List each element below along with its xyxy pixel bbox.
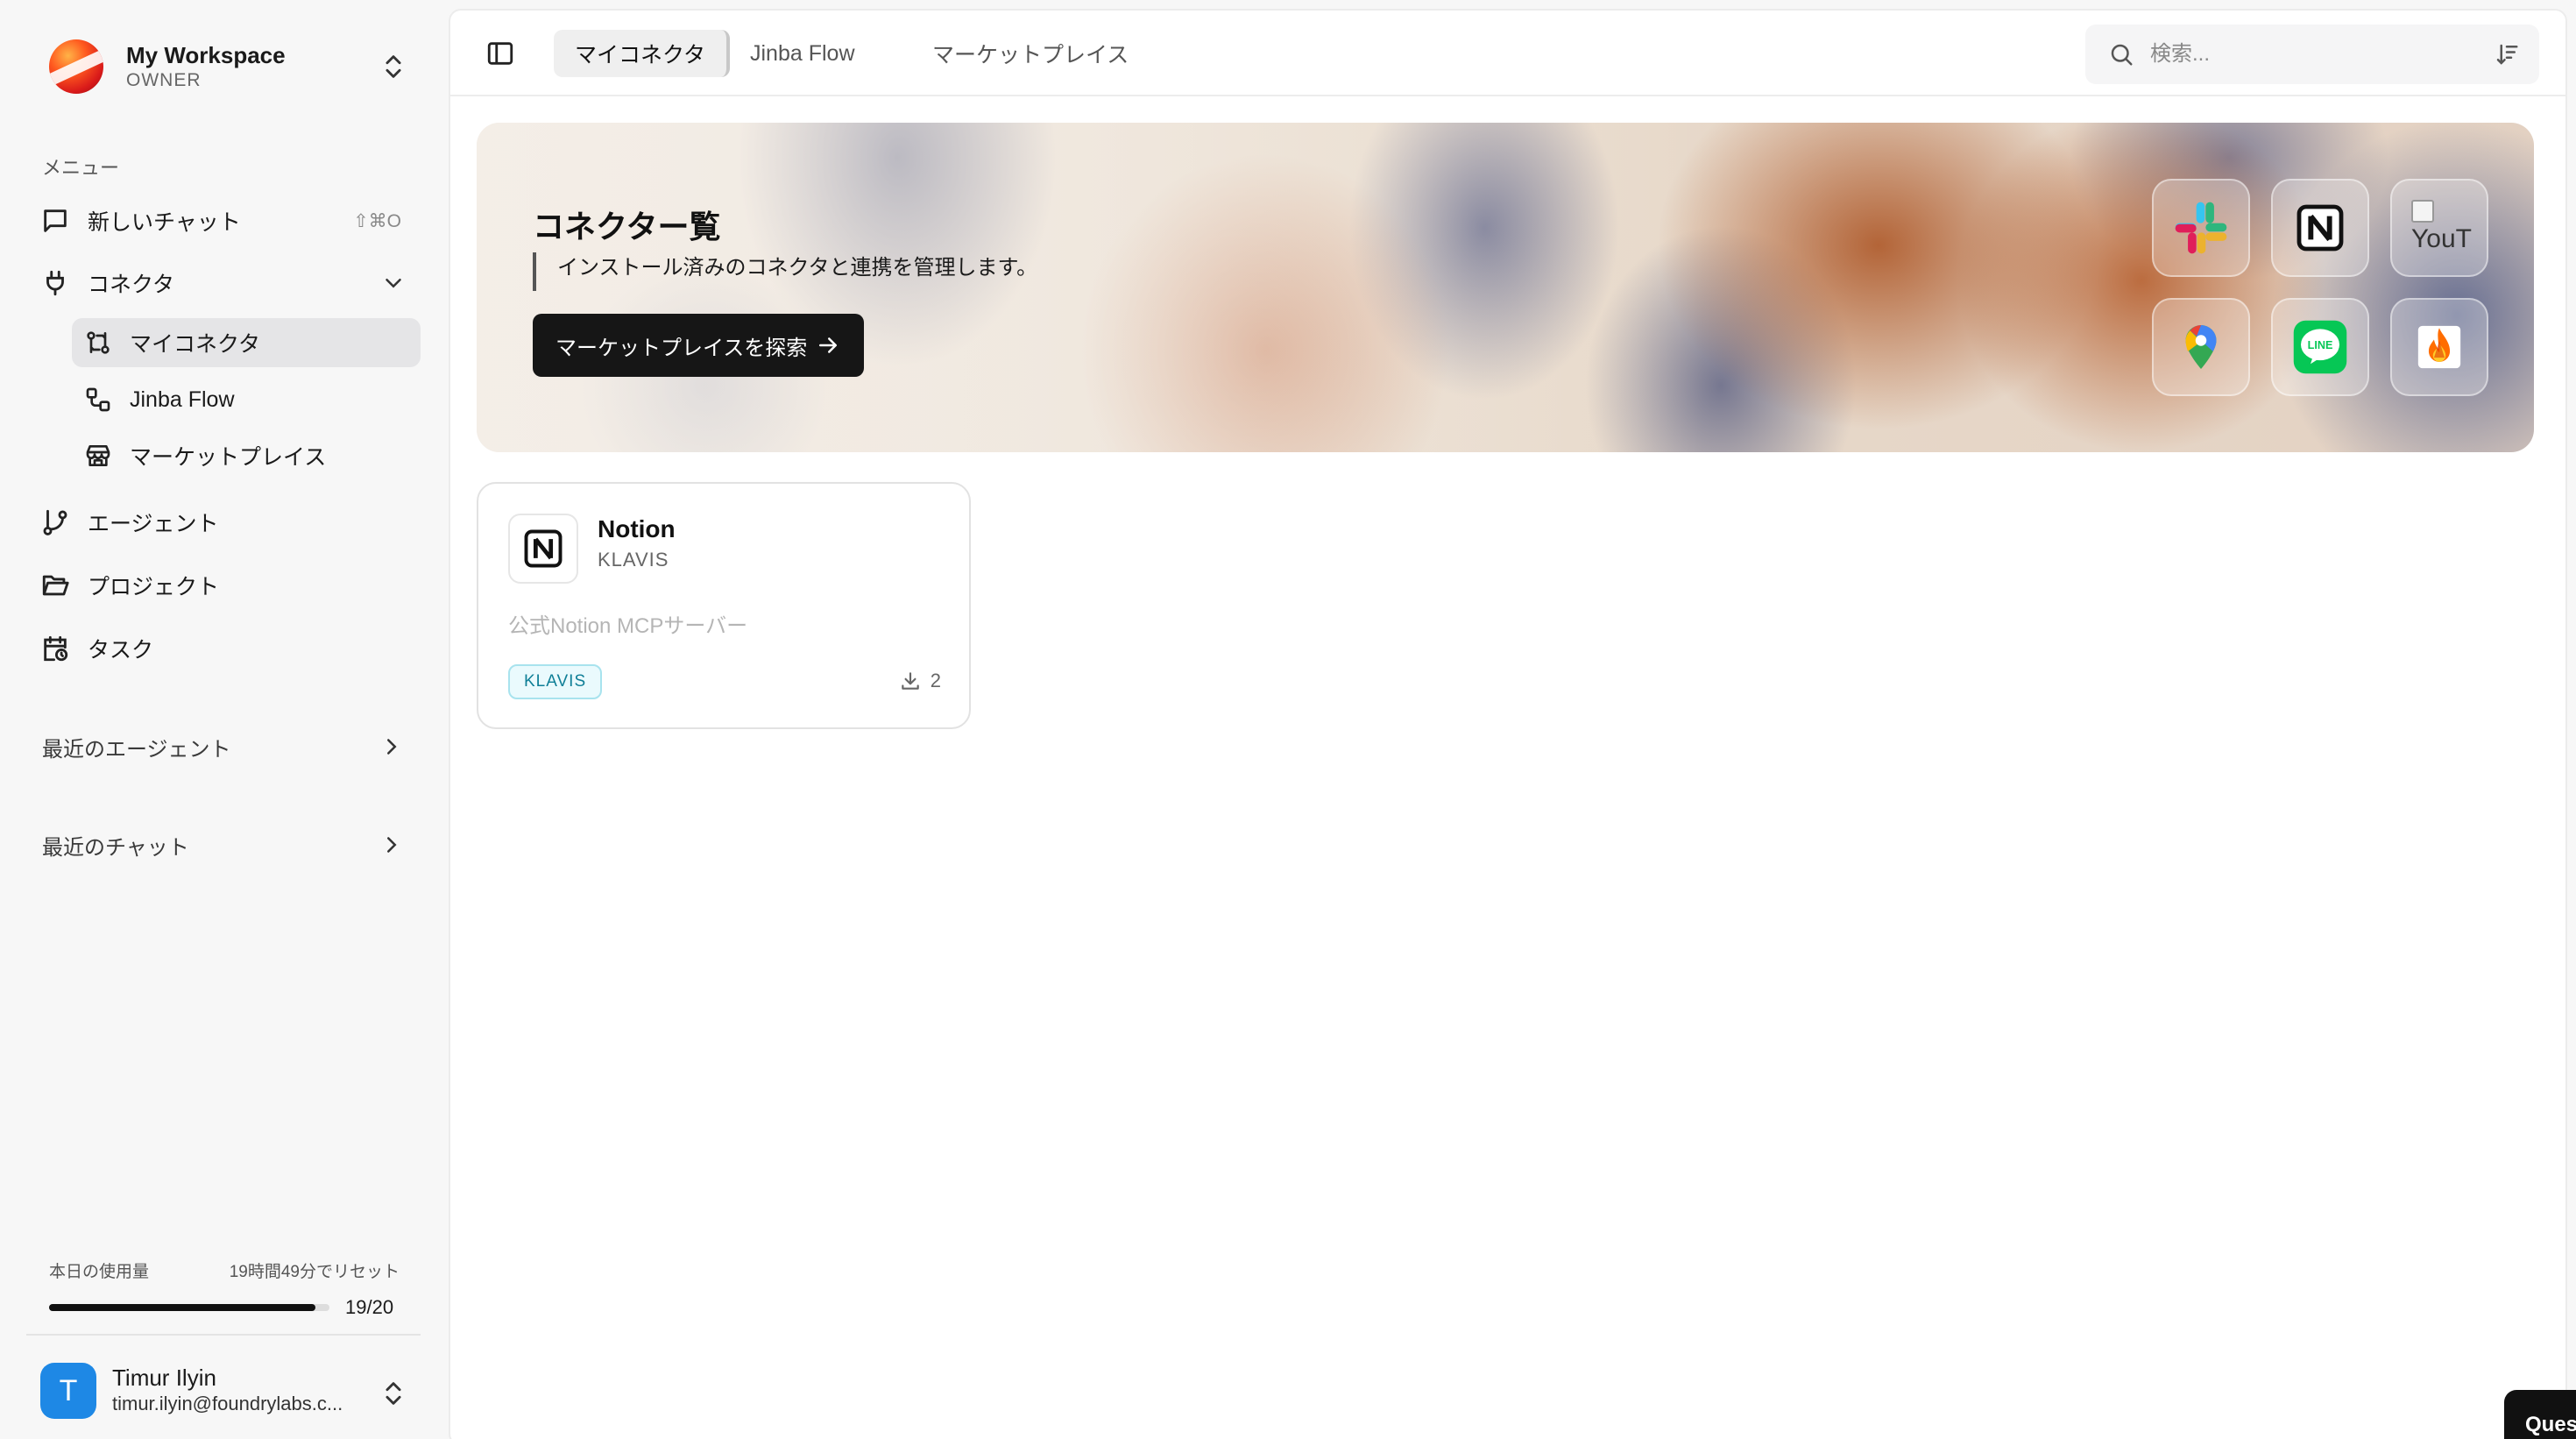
usage-meter: 本日の使用量 19時間49分でリセット 19/20 [49, 1258, 400, 1319]
connector-card-notion[interactable]: Notion KLAVIS 公式Notion MCPサーバー KLAVIS 2 [477, 482, 971, 729]
sidebar-item-jinba-flow[interactable]: Jinba Flow [72, 375, 421, 424]
app-tile-firebase [2390, 298, 2488, 396]
connector-description: 公式Notion MCPサーバー [508, 614, 748, 638]
chevron-right-icon [387, 739, 397, 755]
youtube-icon [2411, 200, 2434, 223]
search-icon [2111, 44, 2133, 66]
recent-chats-toggle[interactable]: 最近のチャット [42, 827, 405, 862]
download-count: 2 [899, 670, 941, 692]
chevron-up-down-icon [386, 1382, 401, 1405]
user-name: Timur Ilyin [112, 1365, 216, 1391]
usage-label: 本日の使用量 [49, 1263, 150, 1281]
provider-badge: KLAVIS [508, 664, 603, 699]
git-branch-icon [43, 509, 67, 535]
nav-agents[interactable]: エージェント [39, 498, 407, 547]
page-title: コネクター覧 [533, 209, 721, 245]
app-tile-line: LINE [2271, 298, 2369, 396]
svg-text:LINE: LINE [2308, 339, 2333, 351]
firebase-icon [2417, 325, 2461, 369]
notion-icon [2296, 204, 2344, 252]
connector-provider: KLAVIS [598, 549, 669, 571]
google-maps-icon [2185, 325, 2217, 369]
search-box [2085, 25, 2539, 84]
connector-name: Notion [598, 515, 676, 542]
explore-marketplace-label: マーケットプレイスを探索 [556, 336, 808, 360]
hero-banner: コネクター覧 インストール済みのコネクタと連携を管理します。 マーケットプレイス… [477, 123, 2534, 452]
sidebar-item-label: マーケットプレイス [130, 445, 327, 470]
nav-new-chat[interactable]: 新しいチャット ⇧⌘O [39, 196, 407, 245]
nav-agents-label: エージェント [88, 512, 219, 536]
recent-agents-toggle[interactable]: 最近のエージェント [42, 729, 405, 764]
workspace-switcher[interactable]: My Workspace OWNER [49, 39, 408, 95]
chat-bubble-icon [44, 209, 67, 232]
nav-connectors-label: コネクタ [88, 273, 175, 297]
questions-button[interactable]: Ques [2504, 1390, 2576, 1439]
sidebar-item-my-connectors[interactable]: マイコネクタ [72, 318, 421, 367]
tab-jinba-flow[interactable]: Jinba Flow [729, 30, 876, 77]
usage-reset: 19時間49分でリセット [229, 1263, 400, 1281]
usage-progress-fill [49, 1304, 315, 1311]
new-chat-shortcut: ⇧⌘O [353, 210, 401, 231]
nav-connectors[interactable]: コネクタ [39, 259, 407, 308]
app-tile-google-maps [2152, 298, 2250, 396]
recent-chats-label: 最近のチャット [42, 835, 189, 860]
explore-marketplace-button[interactable]: マーケットプレイスを探索 [533, 314, 864, 377]
sidebar-toggle-icon[interactable] [485, 39, 515, 68]
workspace-logo [49, 39, 103, 94]
workflow-icon [86, 387, 110, 412]
slack-icon [2175, 202, 2227, 254]
recent-agents-label: 最近のエージェント [42, 737, 231, 762]
top-bar: マイコネクタ Jinba Flow マーケットプレイス [450, 11, 2565, 96]
app-tile-youtube: YouT [2390, 179, 2488, 277]
line-icon: LINE [2293, 320, 2347, 374]
chevron-down-icon [386, 279, 401, 288]
plug-icon [46, 270, 64, 296]
workspace-role: OWNER [126, 70, 202, 90]
store-icon [86, 445, 110, 466]
nav-projects-label: プロジェクト [88, 575, 220, 599]
arrow-right-icon [819, 337, 837, 353]
sidebar-item-label: Jinba Flow [130, 386, 235, 412]
nav-projects[interactable]: プロジェクト [39, 561, 407, 610]
nav-tasks-label: タスク [88, 638, 154, 663]
chevron-right-icon [387, 837, 397, 853]
connector-logo [508, 514, 578, 584]
user-email: timur.ilyin@foundrylabs.c... [112, 1393, 343, 1414]
download-count-value: 2 [930, 670, 941, 691]
divider [26, 1334, 421, 1336]
usage-progress-bar [49, 1304, 329, 1311]
menu-section-label: メニュー [42, 157, 120, 179]
usage-count: 19/20 [345, 1296, 394, 1318]
download-icon [902, 672, 919, 690]
nav-new-chat-label: 新しいチャット [88, 210, 241, 235]
avatar: T [40, 1363, 96, 1419]
app-tile-slack [2152, 179, 2250, 277]
folder-open-icon [42, 575, 69, 596]
sidebar-item-marketplace[interactable]: マーケットプレイス [72, 431, 421, 480]
tab-marketplace[interactable]: マーケットプレイス [911, 30, 1150, 77]
app-tile-notion [2271, 179, 2369, 277]
notion-icon [524, 529, 563, 568]
sidebar: My Workspace OWNER メニュー 新しいチャット ⇧⌘O コネクタ… [0, 0, 447, 1439]
calendar-clock-icon [44, 635, 68, 662]
tab-my-connectors[interactable]: マイコネクタ [554, 30, 731, 77]
user-menu[interactable]: T Timur Ilyin timur.ilyin@foundrylabs.c.… [40, 1362, 408, 1420]
youtube-image-alt: YouT [2411, 224, 2472, 253]
sidebar-item-label: マイコネクタ [130, 332, 261, 357]
nav-tasks[interactable]: タスク [39, 624, 407, 673]
page-description: インストール済みのコネクタと連携を管理します。 [533, 252, 1037, 291]
main-panel: マイコネクタ Jinba Flow マーケットプレイス コネクター覧 インストー… [449, 9, 2567, 1439]
workspace-name: My Workspace [126, 42, 286, 68]
chevron-up-down-icon [386, 55, 401, 78]
search-input[interactable] [2150, 42, 2466, 67]
sort-icon[interactable] [2494, 41, 2520, 67]
git-compare-icon [87, 331, 110, 354]
